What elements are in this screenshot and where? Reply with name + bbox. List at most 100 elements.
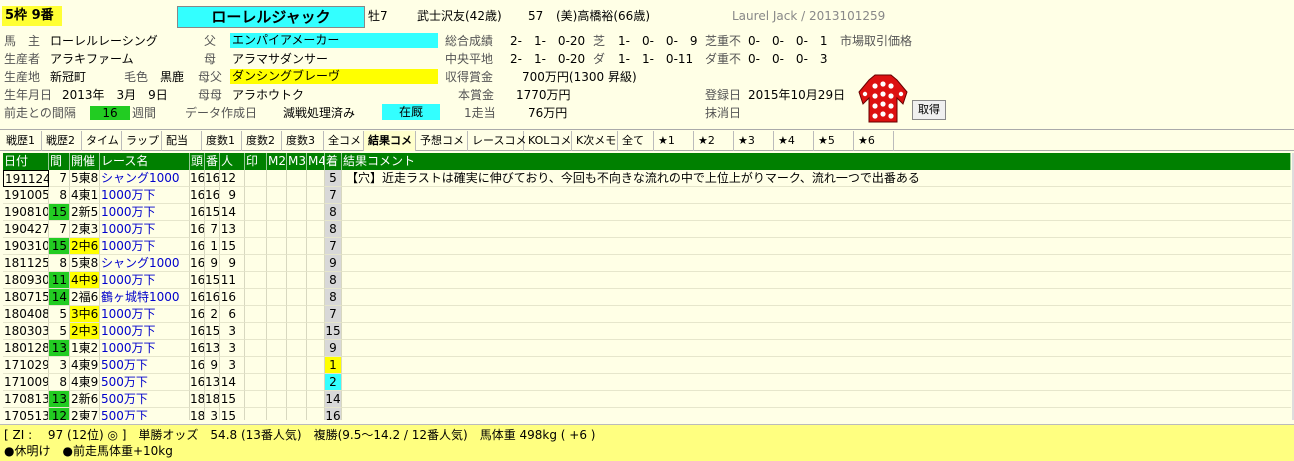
dirt-record: 1- 1- 0-11 bbox=[618, 52, 694, 66]
grid-body: 191124 7 5東8 シャング1000 16 16 12 5 【穴】近走ラストは確実に伸びて… bbox=[3, 170, 1291, 420]
column-header-7[interactable]: 印 bbox=[245, 153, 267, 170]
popularity-cell: 15 bbox=[220, 391, 245, 408]
column-header-4[interactable]: 頭 bbox=[190, 153, 205, 170]
tab-11[interactable]: レースコメ bbox=[468, 131, 526, 151]
table-row[interactable]: 170813 13 2新6 500万下 18 18 15 14 bbox=[3, 391, 1291, 408]
table-row[interactable]: 180128 13 1東2 1000万下 16 13 3 9 bbox=[3, 340, 1291, 357]
tab-20[interactable]: ★6 bbox=[854, 131, 894, 151]
column-header-8[interactable]: M2 bbox=[267, 153, 287, 170]
tab-14[interactable]: 全て bbox=[618, 131, 654, 151]
column-header-11[interactable]: 着 bbox=[325, 153, 342, 170]
mother-label: 母 bbox=[204, 52, 217, 66]
mark2-cell bbox=[267, 170, 287, 187]
tab-9[interactable]: 結果コメ bbox=[364, 131, 416, 151]
horse-number-cell: 1 bbox=[205, 238, 220, 255]
tab-13[interactable]: K次メモ bbox=[572, 131, 618, 151]
table-row[interactable]: 180408 5 3中6 1000万下 16 2 6 7 bbox=[3, 306, 1291, 323]
horse-number-cell: 18 bbox=[205, 391, 220, 408]
tab-1[interactable]: 戦歴2 bbox=[42, 131, 82, 151]
column-header-12[interactable]: 結果コメント bbox=[342, 153, 1291, 170]
get-button[interactable]: 取得 bbox=[912, 100, 946, 120]
result-comment-cell bbox=[342, 289, 1291, 306]
mark3-cell bbox=[287, 357, 307, 374]
popularity-cell: 13 bbox=[220, 221, 245, 238]
popularity-cell: 12 bbox=[220, 170, 245, 187]
race-name-cell: 1000万下 bbox=[100, 187, 190, 204]
race-name-cell: シャング1000 bbox=[100, 170, 190, 187]
mark-cell bbox=[245, 255, 267, 272]
finish-cell: 16 bbox=[325, 408, 342, 420]
table-row[interactable]: 171009 8 4東9 500万下 16 13 14 2 bbox=[3, 374, 1291, 391]
father[interactable]: エンパイアメーカー bbox=[230, 33, 438, 48]
notes-line: ●休明け ●前走馬体重+10kg bbox=[4, 444, 173, 458]
finish-cell: 7 bbox=[325, 306, 342, 323]
tab-4[interactable]: 配当 bbox=[162, 131, 202, 151]
earn-label: 収得賞金 bbox=[445, 70, 494, 84]
tab-17[interactable]: ★3 bbox=[734, 131, 774, 151]
table-row[interactable]: 190427 7 2東3 1000万下 16 7 13 8 bbox=[3, 221, 1291, 238]
prize-label: 本賞金 bbox=[458, 88, 495, 102]
column-header-2[interactable]: 開催 bbox=[70, 153, 100, 170]
mark2-cell bbox=[267, 357, 287, 374]
tab-18[interactable]: ★4 bbox=[774, 131, 814, 151]
mark4-cell bbox=[307, 408, 325, 420]
table-row[interactable]: 180303 5 2中3 1000万下 16 15 3 15 bbox=[3, 323, 1291, 340]
mark2-cell bbox=[267, 340, 287, 357]
table-row[interactable]: 191124 7 5東8 シャング1000 16 16 12 5 【穴】近走ラストは確実に伸びて… bbox=[3, 170, 1291, 187]
mark3-cell bbox=[287, 170, 307, 187]
table-row[interactable]: 180930 11 4中9 1000万下 16 15 11 8 bbox=[3, 272, 1291, 289]
interval-label: 前走との間隔 bbox=[4, 106, 76, 120]
race-date: 171029 bbox=[3, 357, 49, 374]
column-header-3[interactable]: レース名 bbox=[100, 153, 190, 170]
table-row[interactable]: 170513 12 2東7 500万下 18 3 15 16 bbox=[3, 408, 1291, 420]
table-row[interactable]: 171029 3 4東9 500万下 16 9 3 1 bbox=[3, 357, 1291, 374]
tab-2[interactable]: タイム bbox=[82, 131, 122, 151]
tab-0[interactable]: 戦歴1 bbox=[2, 131, 42, 151]
tab-12[interactable]: KOLコメ bbox=[524, 131, 572, 151]
race-name-cell: 500万下 bbox=[100, 391, 190, 408]
column-header-9[interactable]: M3 bbox=[287, 153, 307, 170]
tab-3[interactable]: ラップ bbox=[122, 131, 162, 151]
tab-8[interactable]: 全コメ bbox=[324, 131, 364, 151]
earnings: 700万円(1300 昇級) bbox=[522, 70, 637, 84]
mark3-cell bbox=[287, 204, 307, 221]
mark2-cell bbox=[267, 204, 287, 221]
tab-16[interactable]: ★2 bbox=[694, 131, 734, 151]
tab-7[interactable]: 度数3 bbox=[282, 131, 324, 151]
column-header-6[interactable]: 人 bbox=[220, 153, 245, 170]
footer-panel: [ ZI : 97 (12位) ◎ ] 単勝オッズ 54.8 (13番人気) 複… bbox=[0, 424, 1294, 461]
mark4-cell bbox=[307, 323, 325, 340]
race-date: 170813 bbox=[3, 391, 49, 408]
column-header-10[interactable]: M4 bbox=[307, 153, 325, 170]
column-header-5[interactable]: 番 bbox=[205, 153, 220, 170]
finish-cell: 15 bbox=[325, 323, 342, 340]
reg-label: 登録日 bbox=[705, 88, 742, 102]
column-header-0[interactable]: 日付 bbox=[3, 153, 49, 170]
meeting-cell: 2中3 bbox=[70, 323, 100, 340]
tab-10[interactable]: 予想コメ bbox=[416, 131, 468, 151]
breeder: アラキファーム bbox=[50, 52, 134, 66]
table-row[interactable]: 180715 14 2福6 鶴ヶ城特1000 16 16 16 8 bbox=[3, 289, 1291, 306]
horse-number-cell: 3 bbox=[205, 408, 220, 420]
interval-cell: 12 bbox=[49, 408, 70, 420]
table-row[interactable]: 190810 15 2新5 1000万下 16 15 14 8 bbox=[3, 204, 1291, 221]
tab-5[interactable]: 度数1 bbox=[202, 131, 242, 151]
mark-cell bbox=[245, 357, 267, 374]
mark3-cell bbox=[287, 306, 307, 323]
table-row[interactable]: 190310 15 2中6 1000万下 16 1 15 7 bbox=[3, 238, 1291, 255]
field-size-cell: 16 bbox=[190, 323, 205, 340]
tab-6[interactable]: 度数2 bbox=[242, 131, 282, 151]
tab-15[interactable]: ★1 bbox=[654, 131, 694, 151]
table-row[interactable]: 191005 8 4東1 1000万下 16 16 9 7 bbox=[3, 187, 1291, 204]
column-header-1[interactable]: 間 bbox=[49, 153, 70, 170]
popularity-cell: 11 bbox=[220, 272, 245, 289]
dam-sire[interactable]: ダンシングブレーヴ bbox=[230, 69, 438, 84]
table-row[interactable]: 181125 8 5東8 シャング1000 16 9 9 9 bbox=[3, 255, 1291, 272]
race-date: 180930 bbox=[3, 272, 49, 289]
mark4-cell bbox=[307, 187, 325, 204]
mark3-cell bbox=[287, 289, 307, 306]
tab-19[interactable]: ★5 bbox=[814, 131, 854, 151]
interval-cell: 8 bbox=[49, 374, 70, 391]
mark2-cell bbox=[267, 323, 287, 340]
horse-name[interactable]: ローレルジャック bbox=[177, 6, 365, 28]
